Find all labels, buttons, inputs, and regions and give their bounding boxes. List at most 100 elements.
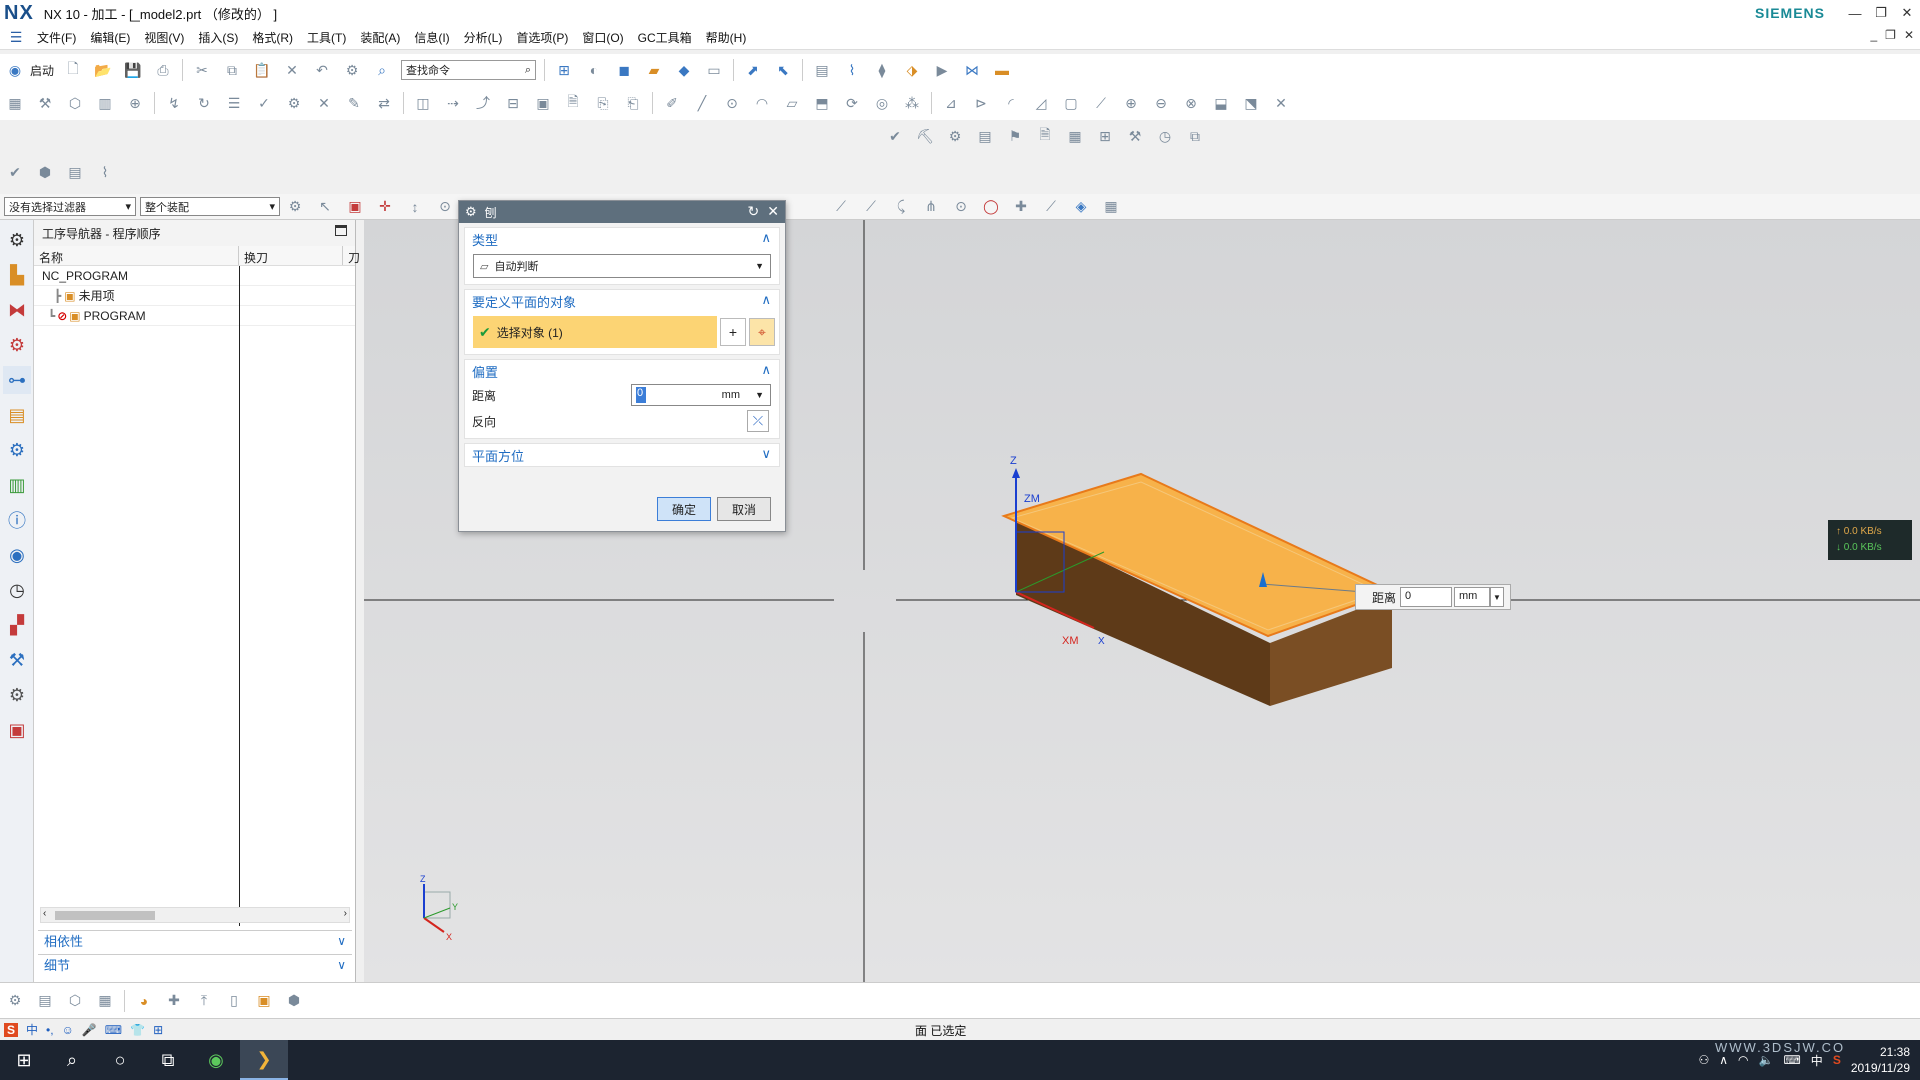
menu-insert[interactable]: 插入(S) [191, 29, 245, 46]
create-operation-icon[interactable]: ⊕ [124, 92, 146, 114]
close-feature-icon[interactable]: ✕ [1270, 92, 1292, 114]
column-tool-change[interactable]: 换刀 [239, 246, 343, 265]
measure-icon[interactable]: ⋈ [961, 59, 983, 81]
path-display-icon[interactable]: ⌇ [94, 161, 116, 183]
move-face-icon[interactable]: ⬔ [1240, 92, 1262, 114]
ruler-icon[interactable]: ▬ [991, 59, 1013, 81]
render-style-icon[interactable]: ◐ [583, 59, 605, 81]
fixture-icon[interactable]: ⚙ [944, 125, 966, 147]
machine-sim-icon[interactable]: ⚙ [283, 92, 305, 114]
stock-icon[interactable]: ▣ [532, 92, 554, 114]
verify-icon[interactable]: ⧫ [871, 59, 893, 81]
move-object-icon[interactable]: ⬡ [64, 990, 86, 1012]
clock[interactable]: 21:38 2019/11/29 [1851, 1044, 1910, 1076]
print-icon[interactable]: ⎙ [152, 59, 174, 81]
distance-field[interactable]: 0 [1400, 587, 1453, 607]
check-icon[interactable]: ✔ [884, 125, 906, 147]
offset-icon[interactable]: ⊳ [970, 92, 992, 114]
start-button[interactable]: 启动 [30, 62, 54, 79]
blend-icon[interactable]: ◜ [1000, 92, 1022, 114]
menu-window[interactable]: 窗口(O) [575, 29, 630, 46]
chevron-down-icon[interactable]: ▼ [1490, 587, 1505, 607]
menu-tools[interactable]: 工具(T) [300, 29, 353, 46]
subtract-icon[interactable]: ⊖ [1150, 92, 1172, 114]
chevron-up-icon[interactable]: ∧ [761, 362, 771, 378]
offset-group-header[interactable]: 偏置 ∧ [465, 360, 779, 382]
close-icon[interactable]: ✕ [1894, 0, 1920, 26]
delete-icon[interactable]: ✕ [281, 59, 303, 81]
doc-restore-icon[interactable]: ❐ [1885, 28, 1896, 42]
snap-settings-icon[interactable]: ⚙ [284, 196, 306, 218]
point-dialog-icon[interactable]: ⌖ [749, 318, 775, 346]
intersect-icon[interactable]: ⊗ [1180, 92, 1202, 114]
cut-icon[interactable]: ✂ [191, 59, 213, 81]
menu-icon[interactable]: ☰ [6, 28, 26, 48]
show-hide-icon[interactable]: ▣ [253, 990, 275, 1012]
plane-icon[interactable]: ▱ [781, 92, 803, 114]
search-icon[interactable]: ⌕ [525, 64, 531, 77]
point-icon[interactable]: ⊙ [721, 92, 743, 114]
lock-icon[interactable]: ⚙ [4, 990, 26, 1012]
output-clsf-icon[interactable]: ⎗ [622, 92, 644, 114]
close-icon[interactable]: ✕ [767, 203, 779, 220]
snap-center-icon[interactable]: ⊙ [950, 196, 972, 218]
select-arrow-icon[interactable]: ↖ [314, 196, 336, 218]
keyboard-icon[interactable]: ⌨ [105, 1023, 122, 1037]
menu-gc-toolbox[interactable]: GC工具箱 [631, 29, 699, 46]
sogou-icon[interactable]: S [4, 1022, 19, 1037]
scroll-thumb[interactable] [55, 911, 155, 920]
list-path-icon[interactable]: ☰ [223, 92, 245, 114]
geometry-view-icon[interactable]: ⚙ [3, 331, 31, 359]
line-icon[interactable]: ╱ [691, 92, 713, 114]
tree-row-program[interactable]: ┗ ⊘ ▣ PROGRAM [34, 306, 355, 326]
orientation-group-header[interactable]: 平面方位 ∨ [465, 444, 779, 466]
system-materials-icon[interactable]: ⚙ [3, 681, 31, 709]
deselect-icon[interactable]: ↕ [404, 196, 426, 218]
command-search-input[interactable]: 查找命令 ⌕ [401, 60, 537, 80]
start-icon[interactable]: ◉ [4, 59, 26, 81]
create-tool-icon[interactable]: ⚒ [34, 92, 56, 114]
snap-curve-icon[interactable]: ⟋ [1040, 196, 1062, 218]
toolbox-icon[interactable]: ⊞ [153, 1023, 163, 1037]
postprocess-icon[interactable]: ▶ [931, 59, 953, 81]
gouge-icon[interactable]: ⛏ [914, 125, 936, 147]
quick-pick-icon[interactable]: ✛ [374, 196, 396, 218]
cut-region-icon[interactable]: ◫ [412, 92, 434, 114]
snap-face-icon[interactable]: ◈ [1070, 196, 1092, 218]
verify-path-icon[interactable]: ✓ [253, 92, 275, 114]
people-icon[interactable]: ⚇ [1698, 1053, 1709, 1067]
settings-icon[interactable]: ⚙ [3, 226, 31, 254]
search-icon[interactable]: ⌕ [48, 1040, 96, 1080]
object-display-icon[interactable]: ⬢ [34, 161, 56, 183]
scroll-left-icon[interactable]: ‹ [43, 908, 46, 919]
task-view-icon[interactable]: ⧉ [144, 1040, 192, 1080]
save-icon[interactable]: 💾 [122, 59, 144, 81]
undo-icon[interactable]: ↶ [311, 59, 333, 81]
replace-face-icon[interactable]: ⬓ [1210, 92, 1232, 114]
reverse-direction-icon[interactable]: ⤫ [747, 410, 769, 432]
pattern-icon[interactable]: ⁂ [901, 92, 923, 114]
create-method-icon[interactable]: ▥ [94, 92, 116, 114]
menu-analysis[interactable]: 分析(L) [457, 29, 510, 46]
plane-type-select[interactable]: ▱ 自动判断 ▼ [473, 254, 771, 278]
machine-tool-icon[interactable]: ⧓ [3, 296, 31, 324]
delete-path-icon[interactable]: ✕ [313, 92, 335, 114]
chevron-down-icon[interactable]: ∨ [337, 958, 346, 972]
doc-icon[interactable]: 🗎 [1034, 125, 1056, 147]
paste-icon[interactable]: 📋 [251, 59, 273, 81]
revolve-icon[interactable]: ⟳ [841, 92, 863, 114]
sketch-icon[interactable]: ✐ [661, 92, 683, 114]
column-tool[interactable]: 刀 [343, 246, 360, 265]
volume-icon[interactable]: 🔈 [1759, 1053, 1774, 1067]
minimize-icon[interactable]: — [1842, 0, 1868, 26]
snap-circle-icon[interactable]: ⊙ [434, 196, 456, 218]
hole-icon[interactable]: ◎ [871, 92, 893, 114]
menu-edit[interactable]: 编辑(E) [83, 29, 137, 46]
color-icon[interactable]: ◕ [133, 990, 155, 1012]
create-geometry-icon[interactable]: ⬡ [64, 92, 86, 114]
table-icon[interactable]: ▤ [974, 125, 996, 147]
scope-select[interactable]: 整个装配 ▾ [140, 197, 280, 216]
tool-path-icon[interactable]: ⌇ [841, 59, 863, 81]
tree-row-unused[interactable]: ┣ ▣ 未用项 [34, 286, 355, 306]
type-group-header[interactable]: 类型 ∧ [465, 228, 779, 250]
